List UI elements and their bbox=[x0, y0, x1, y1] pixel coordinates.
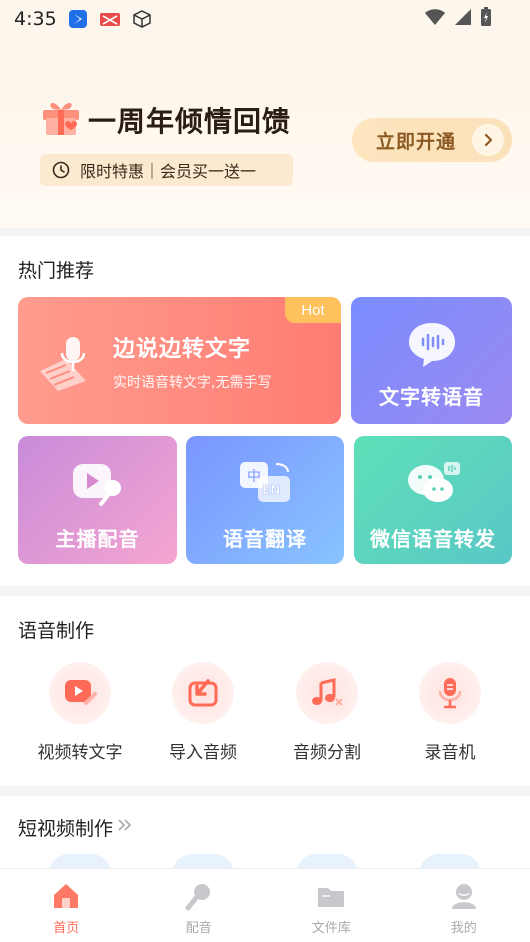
home-icon bbox=[54, 884, 79, 908]
nav-dubbing[interactable]: 配音 bbox=[133, 869, 266, 942]
double-chevron-right-icon[interactable] bbox=[117, 816, 133, 837]
status-time: 4:35 bbox=[14, 8, 57, 30]
nav-profile[interactable]: 我的 bbox=[398, 869, 530, 942]
anchor-dubbing-label: 主播配音 bbox=[55, 527, 140, 551]
signal-icon bbox=[455, 9, 471, 25]
anchor-dubbing-card[interactable]: 主播配音 bbox=[18, 436, 177, 564]
voice-translate-label: 语音翻译 bbox=[223, 527, 307, 551]
hot-section-title: 热门推荐 bbox=[18, 260, 95, 282]
nav-home[interactable]: 首页 bbox=[0, 869, 133, 942]
wechat-voice-forward-label: 微信语音转发 bbox=[370, 527, 496, 551]
promo-pill: 限时特惠｜会员买一送一 bbox=[40, 154, 293, 186]
box-icon bbox=[131, 8, 153, 30]
notification-muted-icon bbox=[99, 8, 121, 30]
promo-text: 限时特惠｜会员买一送一 bbox=[80, 162, 257, 181]
tool-audio-split-label: 音频分割 bbox=[293, 743, 361, 763]
bottom-nav: 首页 配音 文件库 我的 bbox=[0, 868, 530, 942]
video-to-text-icon bbox=[65, 680, 97, 705]
svg-text:EN: EN bbox=[262, 483, 280, 497]
recorder-icon bbox=[438, 678, 462, 709]
nav-home-label: 首页 bbox=[53, 921, 80, 936]
import-audio-icon bbox=[188, 679, 218, 707]
user-icon bbox=[451, 884, 476, 909]
voice-translate-card[interactable]: 中 EN 语音翻译 bbox=[186, 436, 344, 564]
folder-icon bbox=[318, 888, 345, 907]
app-notification-icon bbox=[67, 8, 89, 30]
clock-icon bbox=[52, 161, 70, 179]
live-speech-to-text-subtitle: 实时语音转文字,无需手写 bbox=[113, 375, 272, 391]
translate-icon: 中 EN bbox=[240, 462, 290, 502]
chevron-right-icon bbox=[472, 124, 504, 156]
tool-recorder[interactable]: 录音机 bbox=[388, 662, 512, 763]
hot-badge: Hot bbox=[285, 297, 341, 323]
speech-bubble-icon bbox=[408, 323, 455, 367]
gift-icon bbox=[43, 102, 79, 135]
short-video-title[interactable]: 短视频制作 bbox=[18, 814, 113, 841]
text-to-speech-label: 文字转语音 bbox=[379, 385, 484, 409]
hot-section: 热门推荐 Hot 边说边转文字 实时语音转文字,无需手写 文字转语音 主播配音 bbox=[0, 236, 530, 586]
voice-production-section: 语音制作 视频转文字 导入音频 音频分割 录音机 bbox=[0, 596, 530, 786]
tool-video-to-text-label: 视频转文字 bbox=[37, 743, 123, 763]
nav-files-label: 文件库 bbox=[311, 921, 351, 936]
tool-recorder-label: 录音机 bbox=[424, 743, 476, 763]
battery-icon bbox=[481, 7, 491, 26]
audio-split-icon bbox=[312, 678, 343, 706]
nav-dubbing-label: 配音 bbox=[185, 921, 212, 936]
text-to-speech-card[interactable]: 文字转语音 bbox=[351, 297, 512, 424]
activate-button-label: 立即开通 bbox=[376, 130, 457, 153]
microphone-paper-icon bbox=[40, 337, 86, 391]
microphone-icon bbox=[185, 884, 210, 911]
tool-import-audio-label: 导入音频 bbox=[169, 743, 237, 763]
live-speech-to-text-card[interactable]: Hot 边说边转文字 实时语音转文字,无需手写 bbox=[18, 297, 341, 424]
wifi-icon bbox=[425, 9, 445, 25]
tool-audio-split[interactable]: 音频分割 bbox=[265, 662, 389, 763]
tool-import-audio[interactable]: 导入音频 bbox=[141, 662, 265, 763]
live-speech-to-text-title: 边说边转文字 bbox=[113, 337, 252, 362]
tool-video-to-text[interactable]: 视频转文字 bbox=[18, 662, 142, 763]
wechat-icon bbox=[408, 462, 460, 502]
activate-button[interactable]: 立即开通 bbox=[352, 118, 512, 162]
status-bar: 4:35 bbox=[0, 0, 530, 38]
banner-title: 一周年倾情回馈 bbox=[88, 105, 292, 138]
voice-production-title: 语音制作 bbox=[18, 620, 95, 642]
nav-profile-label: 我的 bbox=[450, 921, 477, 936]
play-microphone-icon bbox=[72, 464, 121, 506]
wechat-voice-forward-card[interactable]: 微信语音转发 bbox=[354, 436, 512, 564]
nav-files[interactable]: 文件库 bbox=[265, 869, 398, 942]
